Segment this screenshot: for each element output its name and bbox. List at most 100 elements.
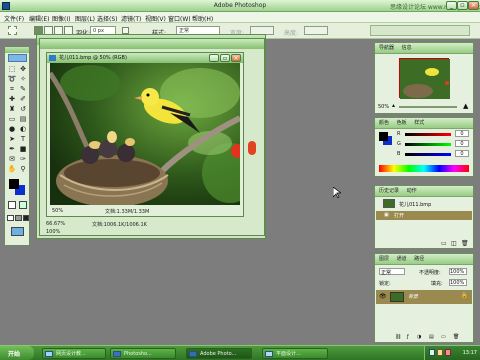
height-input[interactable] xyxy=(304,26,328,35)
brush-tool-icon[interactable]: ✐ xyxy=(18,95,28,104)
menu-select[interactable]: 选择(S) xyxy=(97,14,118,23)
layer-row-background[interactable]: 👁 背景 🔒 xyxy=(376,290,472,304)
new-layer-icon[interactable]: ▭ xyxy=(441,334,446,340)
eyedropper-icon[interactable]: ✑ xyxy=(18,155,28,164)
dodge-tool-icon[interactable]: ◐ xyxy=(18,125,28,134)
tab-styles[interactable]: 样式 xyxy=(414,118,424,129)
image-canvas[interactable] xyxy=(50,63,240,205)
blur-tool-icon[interactable]: ● xyxy=(7,125,17,134)
color-b-slider[interactable] xyxy=(405,153,451,156)
lasso-tool-icon[interactable]: ➰ xyxy=(7,75,17,84)
screen-mode-standard-icon[interactable] xyxy=(7,215,14,221)
tab-color[interactable]: 颜色 xyxy=(379,118,389,129)
history-snapshot-label[interactable]: 花儿011.bmp xyxy=(399,201,431,208)
opacity-input[interactable]: 100% xyxy=(449,268,467,275)
color-r-value[interactable]: 0 xyxy=(455,130,469,137)
menu-image[interactable]: 图像(I) xyxy=(52,14,70,23)
minimize-button[interactable]: _ xyxy=(446,1,457,10)
tab-swatches[interactable]: 色板 xyxy=(397,118,407,129)
menu-file[interactable]: 文件(F) xyxy=(4,14,24,23)
jump-to-imageready-icon[interactable] xyxy=(11,227,24,236)
history-snapshot-thumbnail[interactable] xyxy=(383,199,395,208)
clone-stamp-icon[interactable]: ♜ xyxy=(7,105,17,114)
start-button[interactable]: 开始 xyxy=(0,346,34,360)
foreground-color-swatch[interactable] xyxy=(9,179,19,189)
crop-tool-icon[interactable]: ⌗ xyxy=(7,85,17,94)
hand-tool-icon[interactable]: ✋ xyxy=(7,165,17,174)
taskbar-item-3[interactable]: Adobe Photo... xyxy=(186,348,252,359)
menu-view[interactable]: 视图(V) xyxy=(145,14,166,23)
document-minimize-button[interactable]: _ xyxy=(209,54,219,62)
history-item-open[interactable]: ▣ 打开 xyxy=(376,211,472,220)
delete-layer-icon[interactable]: 🗑 xyxy=(453,334,459,340)
tab-layers[interactable]: 图层 xyxy=(379,254,389,265)
magic-wand-icon[interactable]: ✧ xyxy=(18,75,28,84)
type-tool-icon[interactable]: T xyxy=(18,135,28,144)
palette-well[interactable] xyxy=(370,25,470,36)
tab-actions[interactable]: 动作 xyxy=(407,186,417,197)
tab-info[interactable]: 信息 xyxy=(402,43,412,54)
slice-tool-icon[interactable]: ✎ xyxy=(18,85,28,94)
color-r-slider[interactable] xyxy=(405,133,451,136)
eraser-tool-icon[interactable]: ▭ xyxy=(7,115,17,124)
tray-icon-network[interactable] xyxy=(429,349,435,356)
tray-icon-volume[interactable] xyxy=(437,349,443,356)
eye-icon[interactable]: 👁 xyxy=(379,293,387,300)
path-selection-icon[interactable]: ➤ xyxy=(7,135,17,144)
gradient-tool-icon[interactable]: ▤ xyxy=(18,115,28,124)
anti-alias-checkbox[interactable] xyxy=(122,27,129,34)
menu-window[interactable]: 窗口(W) xyxy=(168,14,191,23)
navigator-zoom-out-icon[interactable]: ▴ xyxy=(392,102,395,109)
history-brush-icon[interactable]: ↺ xyxy=(18,105,28,114)
quick-mask-icon[interactable] xyxy=(19,201,27,209)
color-g-value[interactable]: 0 xyxy=(455,140,469,147)
color-fg-swatch[interactable] xyxy=(379,132,388,141)
tab-paths[interactable]: 路径 xyxy=(414,254,424,265)
navigator-zoom-slider[interactable] xyxy=(399,106,457,108)
blend-mode-select[interactable]: 正常 xyxy=(379,268,405,276)
taskbar-item-1[interactable]: 网页设计教... xyxy=(42,348,106,359)
healing-brush-icon[interactable]: ✚ xyxy=(7,95,17,104)
taskbar-item-2[interactable]: Photosho... xyxy=(110,348,176,359)
taskbar-item-4[interactable]: 平面设计... xyxy=(262,348,328,359)
shape-tool-icon[interactable]: ■ xyxy=(18,145,28,154)
tab-history[interactable]: 历史记录 xyxy=(379,186,399,197)
notes-tool-icon[interactable]: ✉ xyxy=(7,155,17,164)
fill-input[interactable]: 100% xyxy=(449,279,467,286)
close-button[interactable]: × xyxy=(468,1,479,10)
standard-mode-icon[interactable] xyxy=(8,201,16,209)
color-b-value[interactable]: 0 xyxy=(455,150,469,157)
clock[interactable]: 13:17 xyxy=(463,350,477,356)
navigator-zoom[interactable]: 50% xyxy=(378,104,389,110)
marquee-tool-icon[interactable]: ⬚ xyxy=(7,65,17,74)
layer-style-icon[interactable]: ƒ xyxy=(407,334,409,340)
history-new-snapshot-icon[interactable]: ◫ xyxy=(451,240,457,247)
menu-help[interactable]: 帮助(H) xyxy=(192,14,213,23)
screen-mode-full-icon[interactable] xyxy=(23,215,29,221)
document-maximize-button[interactable]: ▫ xyxy=(220,54,230,62)
history-delete-icon[interactable]: 🗑 xyxy=(461,240,469,247)
new-group-icon[interactable]: ▤ xyxy=(429,334,434,340)
tab-navigator[interactable]: 导航器 xyxy=(379,43,394,54)
link-layers-icon[interactable]: ⛓ xyxy=(395,334,401,340)
maximize-button[interactable]: ▫ xyxy=(457,1,468,10)
color-spectrum-bar[interactable] xyxy=(379,165,469,172)
menu-filter[interactable]: 滤镜(T) xyxy=(121,14,141,23)
screen-mode-full-menu-icon[interactable] xyxy=(15,215,22,221)
tab-channels[interactable]: 通道 xyxy=(397,254,407,265)
move-tool-icon[interactable]: ✥ xyxy=(18,65,28,74)
zoom-tool-icon[interactable]: ⚲ xyxy=(18,165,28,174)
menu-edit[interactable]: 编辑(E) xyxy=(29,14,49,23)
document-close-button[interactable]: × xyxy=(231,54,241,62)
menu-layer[interactable]: 图层(L) xyxy=(75,14,95,23)
color-g-slider[interactable] xyxy=(405,143,451,146)
toolbox-grip[interactable] xyxy=(5,47,29,53)
navigator-preview[interactable] xyxy=(399,58,450,99)
document-size-front: 文档:1.33M/1.33M xyxy=(105,209,150,215)
pen-tool-icon[interactable]: ✒ xyxy=(7,145,17,154)
layer-mask-icon[interactable]: ◑ xyxy=(417,334,421,340)
tray-icon-input[interactable] xyxy=(445,349,451,356)
navigator-zoom-in-icon[interactable]: ▲ xyxy=(463,102,468,110)
history-new-document-icon[interactable]: ▭ xyxy=(441,240,447,247)
marquee-tool-preset-icon[interactable] xyxy=(8,26,17,35)
